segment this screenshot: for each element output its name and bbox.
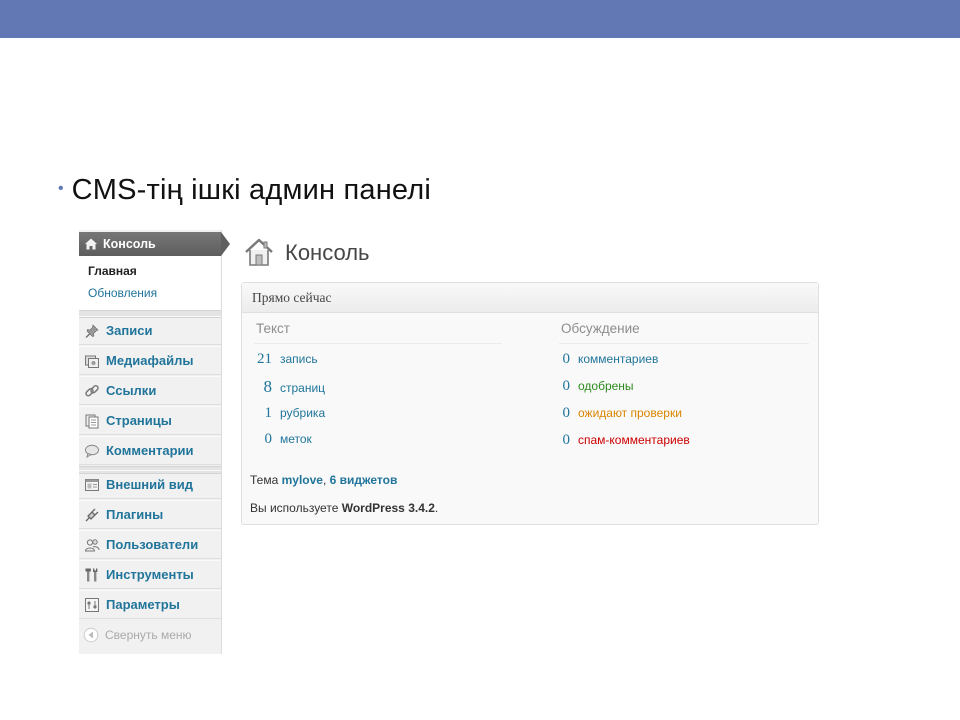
version-suffix: . (434, 501, 439, 515)
sidebar-item-pages[interactable]: Страницы (79, 406, 221, 435)
theme-name-link[interactable]: mylove (282, 473, 323, 487)
admin-sidebar: Консоль Главная Обновления Записи Медиаф… (79, 230, 230, 654)
dashboard-home-icon (243, 236, 275, 268)
sidebar-item-label: Консоль (103, 237, 156, 251)
tags-link[interactable]: меток (280, 432, 312, 446)
list-item: 0 спам-комментариев (556, 432, 690, 449)
categories-link[interactable]: рубрика (280, 406, 325, 420)
right-now-widget: Прямо сейчас Текст Обсуждение 21 запись … (241, 282, 819, 525)
sidebar-item-console[interactable]: Консоль (79, 232, 221, 256)
pages-link[interactable]: страниц (280, 381, 325, 395)
comments-link[interactable]: комментариев (578, 352, 658, 366)
submenu-item-home[interactable]: Главная (88, 264, 137, 278)
admin-panel-screenshot: Консоль Главная Обновления Записи Медиаф… (79, 230, 821, 654)
list-item: 21 запись (250, 351, 318, 368)
page-title: Консоль (285, 240, 370, 265)
slide-title: CMS-тің ішкі админ панелі (71, 174, 432, 206)
page-count[interactable]: 8 (250, 377, 273, 397)
spam-link[interactable]: спам-комментариев (578, 433, 690, 447)
sidebar-item-label: Страницы (106, 413, 172, 428)
list-item: 0 ожидают проверки (556, 405, 682, 422)
sidebar-item-label: Параметры (106, 597, 180, 612)
list-item: 0 комментариев (556, 351, 659, 368)
sidebar-item-label: Плагины (106, 507, 164, 522)
plugin-icon (84, 507, 100, 523)
spam-count[interactable]: 0 (556, 432, 571, 449)
content-column-title: Текст (256, 321, 290, 336)
version-info: Вы используете WordPress 3.4.2. (250, 501, 438, 515)
console-submenu: Главная Обновления (79, 256, 221, 311)
discussion-column-title: Обсуждение (561, 321, 640, 336)
sidebar-item-label: Пользователи (106, 537, 199, 552)
pending-count[interactable]: 0 (556, 405, 571, 422)
submenu-item-updates[interactable]: Обновления (88, 286, 157, 300)
pushpin-icon (84, 323, 100, 339)
media-icon (84, 353, 100, 369)
sidebar-item-comments[interactable]: Комментарии (79, 436, 221, 465)
slide-bullet-line: • CMS-тің ішкі админ панелі (58, 174, 431, 207)
list-item: 8 страниц (250, 377, 326, 397)
sidebar-item-label: Внешний вид (106, 477, 193, 492)
posts-link[interactable]: запись (280, 352, 318, 366)
approved-count[interactable]: 0 (556, 378, 571, 395)
sidebar-item-users[interactable]: Пользователи (79, 530, 221, 559)
collapse-menu-button[interactable]: Свернуть меню (79, 622, 221, 648)
wordpress-version: WordPress 3.4.2 (341, 501, 435, 515)
bullet-dot: • (58, 179, 64, 197)
category-count[interactable]: 1 (250, 405, 273, 422)
pages-icon (84, 413, 100, 429)
tag-count[interactable]: 0 (250, 431, 273, 448)
appearance-icon (84, 477, 100, 493)
top-banner (0, 0, 960, 38)
sidebar-item-tools[interactable]: Инструменты (79, 560, 221, 589)
list-item: 1 рубрика (250, 405, 326, 422)
sidebar-item-settings[interactable]: Параметры (79, 590, 221, 619)
sidebar-item-appearance[interactable]: Внешний вид (79, 470, 221, 499)
link-icon (84, 383, 100, 399)
sidebar-item-links[interactable]: Ссылки (79, 376, 221, 405)
active-menu-arrow (221, 232, 230, 256)
sidebar-item-posts[interactable]: Записи (79, 316, 221, 345)
column-divider (254, 343, 502, 344)
sidebar-item-label: Инструменты (106, 567, 194, 582)
version-prefix: Вы используете (250, 501, 339, 515)
pending-link[interactable]: ожидают проверки (578, 406, 682, 420)
theme-separator: , (322, 473, 327, 487)
home-icon (84, 237, 98, 251)
sidebar-item-label: Комментарии (106, 443, 194, 458)
widget-header[interactable]: Прямо сейчас (242, 283, 818, 313)
widgets-link[interactable]: 6 виджетов (330, 473, 398, 487)
theme-info: Тема mylove, 6 виджетов (250, 473, 397, 487)
approved-link[interactable]: одобрены (578, 379, 634, 393)
comment-icon (84, 443, 100, 459)
post-count[interactable]: 21 (250, 351, 272, 368)
column-divider (559, 343, 809, 344)
list-item: 0 меток (250, 431, 312, 448)
comment-count[interactable]: 0 (556, 351, 571, 368)
sidebar-item-plugins[interactable]: Плагины (79, 500, 221, 529)
sidebar-item-label: Ссылки (106, 383, 157, 398)
sidebar-item-media[interactable]: Медиафайлы (79, 346, 221, 375)
settings-icon (84, 597, 100, 613)
list-item: 0 одобрены (556, 378, 634, 395)
sidebar-item-label: Записи (106, 323, 153, 338)
tools-icon (84, 567, 100, 583)
sidebar-item-label: Медиафайлы (106, 353, 194, 368)
theme-prefix: Тема (250, 473, 279, 487)
collapse-menu-label: Свернуть меню (105, 628, 192, 642)
collapse-arrow-icon (83, 627, 99, 643)
users-icon (84, 537, 100, 553)
